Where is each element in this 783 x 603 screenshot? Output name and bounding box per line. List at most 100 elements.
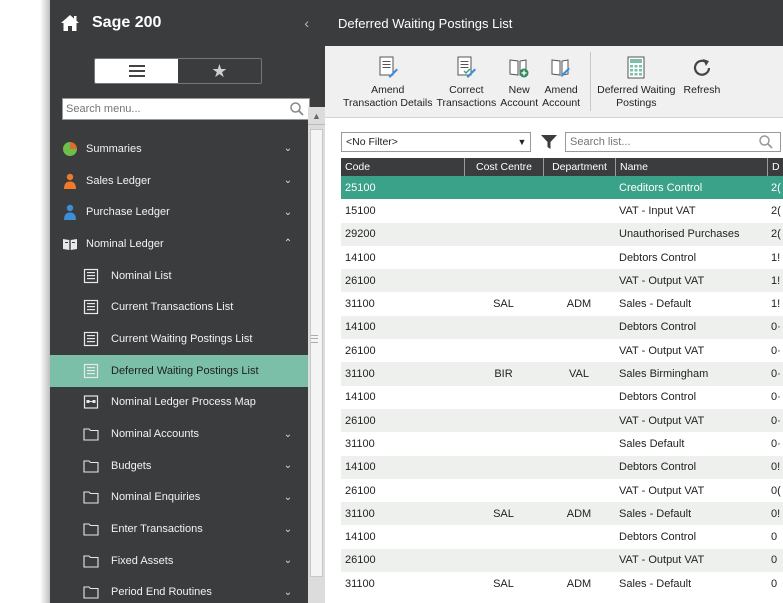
sidebar-item-period-end-routines[interactable]: Period End Routines ⌄ [50,577,308,603]
table-row[interactable]: 14100 Debtors Control 0· [341,385,783,409]
sales-person-icon [62,173,78,189]
sidebar-item-label: Budgets [111,459,152,472]
table-row[interactable]: 31100 Sales Default 0· [341,432,783,456]
column-header-code[interactable]: Code [341,158,464,176]
chevron-down-icon[interactable]: ⌄ [282,587,294,598]
sidebar-item-current-transactions-list[interactable]: Current Transactions List [50,291,308,323]
deferred-waiting-postings-button[interactable]: Deferred Waiting Postings [597,46,676,117]
new-account-button[interactable]: New Account [500,46,538,117]
cell-cost-centre: SAL [493,507,514,520]
cell-code: 31100 [345,368,375,381]
correct-transactions-button[interactable]: Correct Transactions [436,46,496,117]
cell-date: 0 [771,577,778,590]
chevron-down-icon[interactable]: ⌄ [282,460,294,471]
table-row[interactable]: 31100 SAL ADM Sales - Default 1! [341,292,783,316]
table-row[interactable]: 31100 SAL ADM Sales - Default 0 [341,572,783,596]
table-row[interactable]: 15100 VAT - Input VAT 2( [341,199,783,223]
sidebar-item-label: Nominal Enquiries [111,491,201,504]
sidebar-item-purchase-ledger[interactable]: Purchase Ledger ⌄ [50,196,308,228]
sidebar-item-nominal-ledger-process-map[interactable]: Nominal Ledger Process Map [50,387,308,419]
filter-funnel-icon[interactable] [539,132,559,152]
favourites-view-button[interactable]: ★ [178,59,261,83]
scroll-up-icon[interactable]: ▲ [308,107,325,125]
table-row[interactable]: 29200 Unauthorised Purchases 2( [341,222,783,246]
sidebar-item-deferred-waiting-postings-list[interactable]: Deferred Waiting Postings List [50,354,308,387]
search-icon[interactable] [758,134,774,150]
folder-icon [83,521,99,537]
chevron-down-icon[interactable]: ⌄ [282,524,294,535]
table-row[interactable]: 14100 Debtors Control 0! [341,455,783,479]
cell-name: VAT - Output VAT [619,274,705,287]
chevron-down-icon[interactable]: ⌄ [282,207,294,218]
toolbar-label-line2: Transaction Details [343,97,433,109]
sidebar-item-sales-ledger[interactable]: Sales Ledger ⌄ [50,165,308,197]
search-icon[interactable] [289,101,305,117]
cell-date: 0· [771,414,781,427]
cell-name: Debtors Control [619,251,697,264]
chevron-down-icon[interactable]: ⌄ [282,492,294,503]
search-list-input[interactable] [566,134,758,150]
cell-date: 2( [771,181,781,194]
cell-date: 0 [771,554,778,567]
sidebar-item-nominal-accounts[interactable]: Nominal Accounts ⌄ [50,418,308,450]
column-header-department[interactable]: Department [543,158,615,176]
sidebar-item-nominal-enquiries[interactable]: Nominal Enquiries ⌄ [50,482,308,514]
table-row[interactable]: 26100 VAT - Output VAT 0( [341,478,783,503]
cell-name: Debtors Control [619,531,697,544]
cell-date: 0( [771,484,781,497]
refresh-button[interactable]: Refresh [684,46,720,117]
collapse-sidebar-icon[interactable]: ‹ [304,15,309,31]
toolbar-separator [590,52,592,111]
filter-dropdown[interactable]: <No Filter> ▼ [341,132,531,152]
sidebar-item-budgets[interactable]: Budgets ⌄ [50,450,308,482]
cell-code: 31100 [345,298,375,311]
sidebar-item-current-waiting-postings-list[interactable]: Current Waiting Postings List [50,323,308,355]
list-icon [83,331,99,347]
chevron-down-icon[interactable]: ⌄ [282,429,294,440]
chevron-down-icon[interactable]: ⌄ [282,175,294,186]
sidebar-item-enter-transactions[interactable]: Enter Transactions ⌄ [50,513,308,545]
column-header-cost-centre[interactable]: Cost Centre [464,158,543,176]
sidebar-item-label: Enter Transactions [111,523,203,536]
cell-code: 26100 [345,414,376,427]
list-icon [83,268,99,284]
table-row[interactable]: 26100 VAT - Output VAT 0· [341,339,783,363]
table-row[interactable]: 26100 VAT - Output VAT 1! [341,269,783,293]
column-header-date[interactable]: D [767,158,783,176]
sidebar-item-label: Fixed Assets [111,554,174,567]
refresh-icon [691,56,713,80]
table-row[interactable]: 26100 VAT - Output VAT 0· [341,408,783,433]
chevron-down-icon[interactable]: ⌄ [282,143,294,154]
home-icon[interactable] [60,13,80,33]
search-menu-input[interactable] [63,100,289,118]
sidebar-item-summaries[interactable]: Summaries ⌄ [50,133,308,165]
table-row[interactable]: 26100 VAT - Output VAT 0 [341,548,783,573]
table-row[interactable]: 25100 Creditors Control 2( [341,176,783,200]
chevron-up-icon[interactable]: ⌃ [282,238,294,249]
sidebar-item-nominal-list[interactable]: Nominal List [50,260,308,292]
page-title: Deferred Waiting Postings List [325,0,783,46]
table-row[interactable]: 14100 Debtors Control 1! [341,245,783,270]
table-row[interactable]: 14100 Debtors Control 0 [341,525,783,549]
sidebar-scrollbar[interactable]: ▲ [308,107,325,603]
filter-bar: <No Filter> ▼ [341,128,783,156]
toolbar-label-line1: Deferred Waiting [597,84,676,96]
chevron-down-icon: ▼ [517,137,527,147]
sidebar-item-label: Nominal Ledger Process Map [111,396,256,409]
column-header-name[interactable]: Name [615,158,767,176]
sidebar-item-fixed-assets[interactable]: Fixed Assets ⌄ [50,545,308,577]
table-row[interactable]: 31100 BIR VAL Sales Birmingham 0· [341,362,783,386]
table-row[interactable]: 31100 SAL ADM Sales - Default 0! [341,502,783,526]
chevron-down-icon[interactable]: ⌄ [282,555,294,566]
amend-account-button[interactable]: Amend Account [542,46,580,117]
table-row[interactable]: 14100 Debtors Control 0· [341,315,783,340]
folder-icon [83,489,99,505]
amend-transaction-details-button[interactable]: Amend Transaction Details [343,46,432,117]
correct-transactions-icon [455,56,477,80]
cell-code: 25100 [345,181,376,194]
menu-list-view-button[interactable] [95,59,178,83]
sidebar-item-nominal-ledger[interactable]: Nominal Ledger ⌃ [50,228,308,260]
sidebar-menu: Summaries ⌄ Sales Ledger ⌄ Purchase Ledger ⌄ N… [50,133,308,603]
scrollbar-thumb[interactable] [310,129,323,577]
cell-name: Sales Default [619,437,685,450]
